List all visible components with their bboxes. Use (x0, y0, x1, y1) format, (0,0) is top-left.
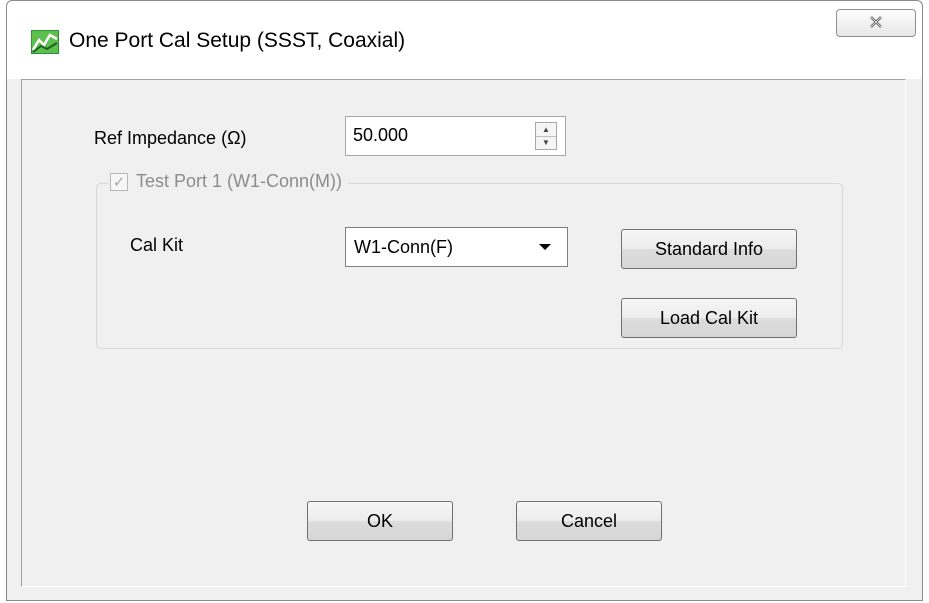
close-button[interactable] (836, 9, 916, 37)
ok-button[interactable]: OK (307, 501, 453, 541)
window-title: One Port Cal Setup (SSST, Coaxial) (69, 29, 406, 52)
title-bar[interactable]: One Port Cal Setup (SSST, Coaxial) (7, 1, 922, 79)
ref-impedance-spinner[interactable]: ▲ ▼ (535, 122, 557, 150)
load-cal-kit-button[interactable]: Load Cal Kit (621, 298, 797, 338)
close-icon (869, 13, 883, 33)
ref-impedance-label: Ref Impedance (Ω) (94, 128, 247, 148)
test-port-checkbox[interactable]: ✓ (110, 172, 128, 191)
test-port-legend: ✓ Test Port 1 (W1-Conn(M)) (108, 171, 349, 192)
cal-kit-value: W1-Conn(F) (354, 237, 454, 257)
cancel-button[interactable]: Cancel (516, 501, 662, 541)
ref-impedance-input[interactable]: 50.000 ▲ ▼ (345, 116, 566, 156)
chevron-down-icon[interactable] (539, 244, 551, 250)
cal-kit-label: Cal Kit (130, 235, 184, 255)
ref-impedance-value[interactable]: 50.000 (353, 125, 408, 146)
standard-info-button[interactable]: Standard Info (621, 229, 797, 269)
spin-up-icon[interactable]: ▲ (536, 123, 556, 137)
test-port-label: Test Port 1 (W1-Conn(M)) (136, 171, 343, 191)
spin-down-icon[interactable]: ▼ (536, 136, 556, 149)
cal-kit-select[interactable]: W1-Conn(F) (345, 227, 568, 267)
app-chart-icon (31, 30, 59, 54)
